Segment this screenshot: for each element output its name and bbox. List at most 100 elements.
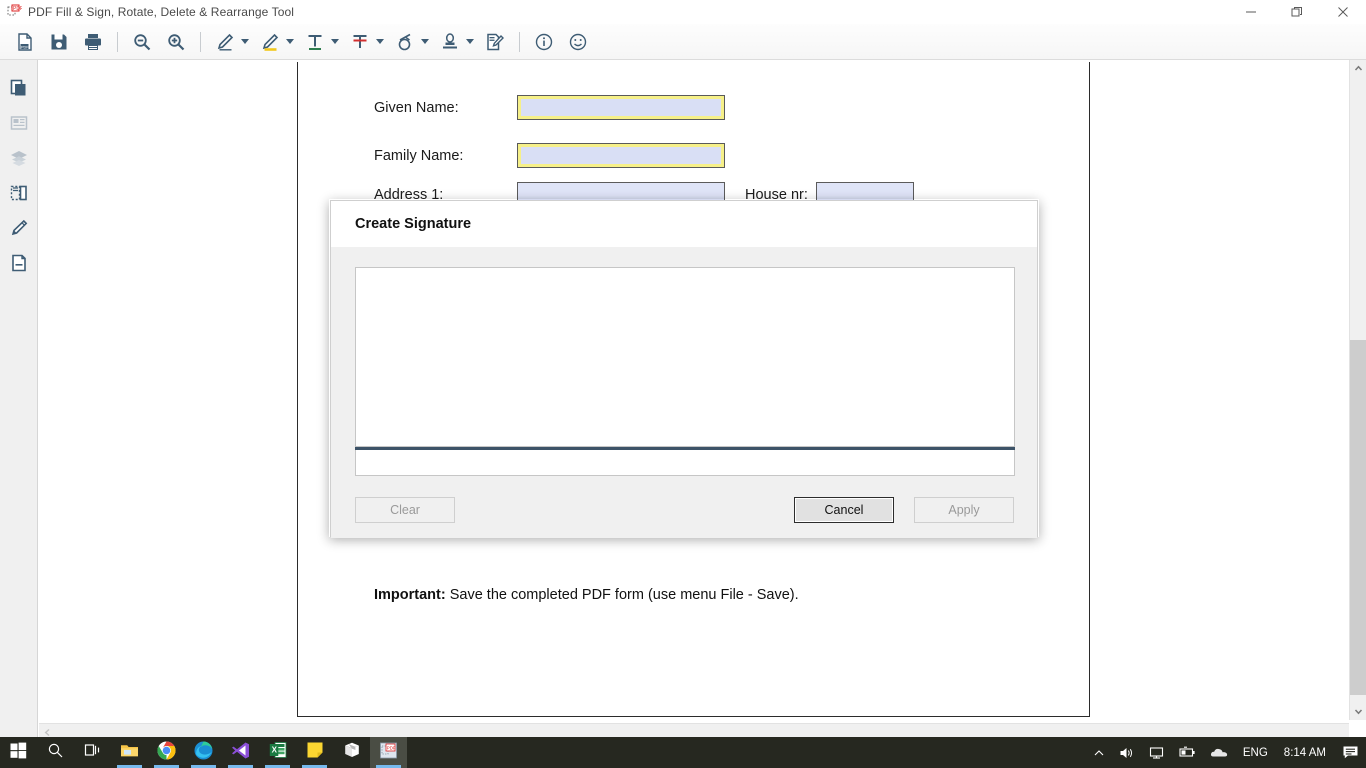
file-explorer-button[interactable]: [111, 737, 148, 768]
sidebar-item-layers[interactable]: [2, 143, 36, 178]
cancel-button[interactable]: Cancel: [794, 497, 894, 523]
chevron-down-icon[interactable]: [286, 39, 294, 44]
toolbar-separator: [117, 31, 118, 52]
window-titlebar: PDF PDF Fill & Sign, Rotate, Delete & Re…: [0, 0, 1366, 24]
form-row: Given Name:: [374, 95, 725, 120]
chevron-up-icon[interactable]: [1350, 60, 1366, 77]
chevron-up-icon[interactable]: [1086, 737, 1112, 768]
strikethrough-button[interactable]: [343, 27, 388, 57]
smiley-face-icon: [565, 29, 591, 55]
signature-name-strip[interactable]: [355, 450, 1015, 476]
highlighter-icon: [257, 29, 283, 55]
layers-stack-icon: [9, 148, 29, 173]
print-button[interactable]: [76, 27, 110, 57]
sidebar-item-attachments[interactable]: [2, 248, 36, 283]
sign-document-button[interactable]: [478, 27, 512, 57]
pdf-app-icon: PDF: [379, 741, 398, 765]
sidebar-item-pages[interactable]: [2, 73, 36, 108]
pdf-app-icon: PDF: [3, 1, 25, 23]
highlighter-tool-button[interactable]: [253, 27, 298, 57]
vscode-icon: [231, 741, 250, 765]
svg-text:PDF: PDF: [21, 45, 29, 49]
add-text-button[interactable]: [298, 27, 343, 57]
task-view-button[interactable]: [74, 737, 111, 768]
printer-icon: [80, 29, 106, 55]
zoom-in-button[interactable]: [159, 27, 193, 57]
battery-icon[interactable]: [1172, 737, 1203, 768]
toolbar-separator: [200, 31, 201, 52]
speaker-icon[interactable]: [1112, 737, 1142, 768]
zoom-out-button[interactable]: [125, 27, 159, 57]
search-icon: [47, 742, 64, 764]
emoji-button[interactable]: [561, 27, 595, 57]
package-button[interactable]: [333, 737, 370, 768]
chevron-down-icon[interactable]: [1350, 703, 1366, 720]
shapes-tool-button[interactable]: [388, 27, 433, 57]
new-pdf-button[interactable]: PDF: [8, 27, 42, 57]
excel-icon: X: [269, 741, 287, 764]
form-row: Family Name:: [374, 143, 725, 168]
search-button[interactable]: [37, 737, 74, 768]
important-note: Important: Save the completed PDF form (…: [374, 587, 799, 603]
monitor-network-icon[interactable]: [1142, 737, 1172, 768]
start-button[interactable]: [0, 737, 37, 768]
chevron-down-icon[interactable]: [331, 39, 339, 44]
article-list-icon: [9, 113, 29, 138]
chrome-button[interactable]: [148, 737, 185, 768]
dialog-body: Clear Cancel Apply: [331, 247, 1037, 538]
apply-button[interactable]: Apply: [914, 497, 1014, 523]
family-name-field[interactable]: [517, 143, 725, 168]
chrome-icon: [157, 741, 176, 765]
sticky-note-icon: [306, 741, 324, 764]
pages-copy-icon: [9, 78, 29, 103]
minimize-icon[interactable]: [1228, 0, 1274, 24]
chevron-down-icon[interactable]: [376, 39, 384, 44]
sign-document-icon: [482, 29, 508, 55]
edge-icon: [194, 741, 213, 765]
vscode-button[interactable]: [222, 737, 259, 768]
windows-logo-icon: [10, 742, 27, 764]
chevron-down-icon[interactable]: [421, 39, 429, 44]
toolbar-separator: [519, 31, 520, 52]
important-note-label: Important:: [374, 587, 446, 603]
shapes-circle-icon: [392, 29, 418, 55]
field-label: Given Name:: [374, 99, 459, 116]
edge-button[interactable]: [185, 737, 222, 768]
save-button[interactable]: [42, 27, 76, 57]
clear-button[interactable]: Clear: [355, 497, 455, 523]
chevron-down-icon[interactable]: [241, 39, 249, 44]
language-indicator[interactable]: ENG: [1236, 737, 1275, 768]
svg-text:PDF: PDF: [13, 6, 22, 12]
system-tray: ENG 8:14 AM: [1086, 737, 1366, 768]
stamp-icon: [437, 29, 463, 55]
important-note-text: Save the completed PDF form (use menu Fi…: [445, 587, 799, 603]
restore-icon[interactable]: [1274, 0, 1320, 24]
clock[interactable]: 8:14 AM: [1275, 747, 1335, 759]
window-controls: [1228, 0, 1366, 24]
field-label: Family Name:: [374, 147, 464, 164]
signature-drawing-canvas[interactable]: [355, 267, 1015, 447]
cloud-icon[interactable]: [1203, 737, 1236, 768]
sidebar-item-crop[interactable]: [2, 178, 36, 213]
stamp-tool-button[interactable]: [433, 27, 478, 57]
vertical-scrollbar[interactable]: [1349, 60, 1366, 720]
vertical-scrollbar-thumb[interactable]: [1350, 340, 1366, 695]
sidebar-item-bookmarks[interactable]: [2, 108, 36, 143]
pencil-tool-button[interactable]: [208, 27, 253, 57]
windows-taskbar: X PDF ENG 8:14 AM: [0, 737, 1366, 768]
pdf-tool-button[interactable]: PDF: [370, 737, 407, 768]
create-signature-dialog: Create Signature Clear Cancel Apply: [330, 200, 1038, 538]
notification-icon[interactable]: [1335, 737, 1366, 768]
close-icon[interactable]: [1320, 0, 1366, 24]
chevron-down-icon[interactable]: [466, 39, 474, 44]
sidebar-item-annotate[interactable]: [2, 213, 36, 248]
excel-button[interactable]: X: [259, 737, 296, 768]
dialog-titlebar: Create Signature: [331, 201, 1037, 247]
document-page-icon: [9, 253, 29, 278]
info-button[interactable]: [527, 27, 561, 57]
package-box-icon: [343, 741, 361, 764]
application-window: PDF PDF Fill & Sign, Rotate, Delete & Re…: [0, 0, 1366, 768]
document-pdf-icon: PDF: [12, 29, 38, 55]
given-name-field[interactable]: [517, 95, 725, 120]
sticky-notes-button[interactable]: [296, 737, 333, 768]
